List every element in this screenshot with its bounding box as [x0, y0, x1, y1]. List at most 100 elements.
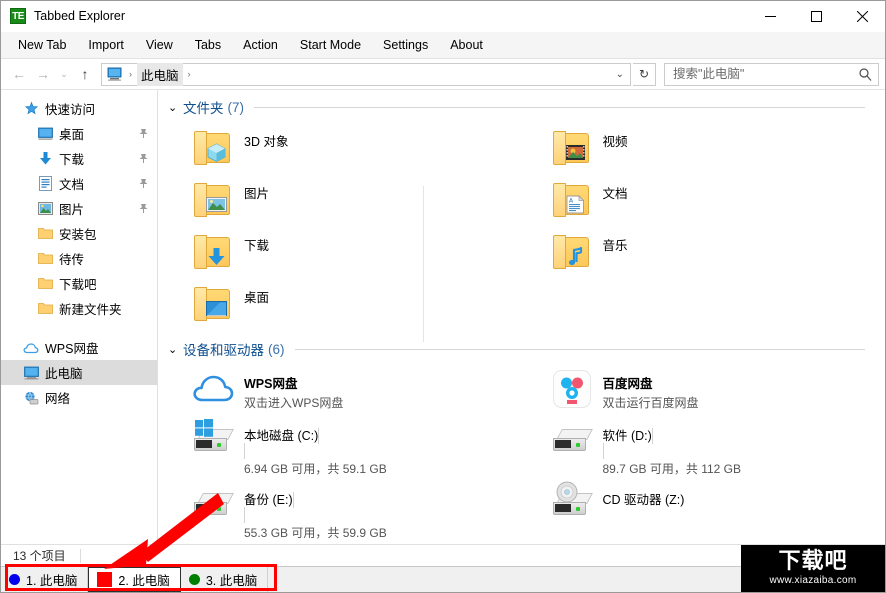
menu-item-start-mode[interactable]: Start Mode	[289, 34, 372, 56]
drive-free-text: 6.94 GB 可用，共 59.1 GB	[244, 460, 513, 477]
sidebar-item-documents[interactable]: 文档	[1, 171, 157, 196]
network-icon	[23, 390, 39, 406]
folder-item-desktop[interactable]: 桌面	[168, 278, 527, 330]
up-button[interactable]: ↑	[73, 62, 97, 86]
section-count: (7)	[228, 100, 245, 115]
forward-button[interactable]: →	[31, 62, 55, 86]
sidebar-item-desktop[interactable]: 桌面	[1, 121, 157, 146]
sidebar-item-installers[interactable]: 安装包	[1, 221, 157, 246]
folder-name: 文档	[603, 187, 628, 201]
folder-item-downloads[interactable]: 下载	[168, 226, 527, 278]
sidebar-label: 安装包	[59, 224, 97, 243]
baidu-netdisk-icon	[549, 367, 595, 411]
folder-name: 3D 对象	[244, 135, 288, 149]
tab-label: 3. 此电脑	[206, 570, 257, 589]
tab-3-this-pc[interactable]: 3. 此电脑	[181, 567, 268, 592]
document-icon	[37, 176, 53, 192]
section-header-folders[interactable]: ⌄ 文件夹 (7)	[168, 96, 885, 118]
device-item-local-disk-c[interactable]: 本地磁盘 (C:) 6.94 GB 可用，共 59.1 GB	[168, 416, 527, 480]
tab-label: 1. 此电脑	[26, 570, 77, 589]
folder-item-documents[interactable]: A 文档	[527, 174, 886, 226]
device-item-software-d[interactable]: 软件 (D:) 89.7 GB 可用，共 112 GB	[527, 416, 886, 480]
folder-item-music[interactable]: 音乐	[527, 226, 886, 278]
cloud-icon	[23, 340, 39, 356]
sidebar-item-downloads[interactable]: 下载	[1, 146, 157, 171]
pin-icon[interactable]	[137, 153, 149, 165]
search-icon[interactable]	[859, 68, 872, 81]
sidebar-item-xiazaiba[interactable]: 下载吧	[1, 271, 157, 296]
refresh-button[interactable]: ↻	[633, 63, 656, 86]
menu-item-action[interactable]: Action	[232, 34, 289, 56]
recent-locations-button[interactable]: ⌄	[55, 62, 73, 86]
menu-item-settings[interactable]: Settings	[372, 34, 439, 56]
window-title: Tabbed Explorer	[34, 9, 125, 23]
folder-item-videos[interactable]: 视频	[527, 122, 886, 174]
sidebar-item-pictures[interactable]: 图片	[1, 196, 157, 221]
pictures-icon	[37, 201, 53, 217]
pin-icon[interactable]	[137, 203, 149, 215]
device-name: CD 驱动器 (Z:)	[603, 493, 685, 507]
sidebar-item-quick-access[interactable]: 快速访问	[1, 96, 157, 121]
menu-item-import[interactable]: Import	[77, 34, 134, 56]
breadcrumb[interactable]: › 此电脑 › ⌄	[101, 63, 631, 86]
device-item-cd-drive-z[interactable]: CD 驱动器 (Z:)	[527, 480, 886, 544]
back-button[interactable]: ←	[7, 62, 31, 86]
folder-name: 音乐	[603, 239, 628, 253]
tab-2-this-pc[interactable]: 2. 此电脑	[88, 567, 180, 592]
sidebar-item-new-folder[interactable]: 新建文件夹	[1, 296, 157, 321]
sidebar-label: 网络	[45, 388, 70, 407]
minimize-button[interactable]	[747, 1, 793, 32]
sidebar-label: 桌面	[59, 124, 84, 143]
folder-document-icon: A	[549, 177, 595, 221]
section-title: 设备和驱动器	[183, 339, 264, 359]
chevron-down-icon[interactable]: ⌄	[168, 343, 178, 356]
minimize-icon	[765, 11, 776, 22]
folder-item-pictures[interactable]: 图片	[168, 174, 527, 226]
sidebar-item-network[interactable]: 网络	[1, 385, 157, 410]
maximize-icon	[811, 11, 822, 22]
maximize-button[interactable]	[793, 1, 839, 32]
device-item-wps-cloud[interactable]: WPS网盘 双击进入WPS网盘	[168, 364, 527, 416]
address-dropdown-icon[interactable]: ⌄	[616, 69, 630, 80]
pin-icon[interactable]	[137, 178, 149, 190]
section-header-devices[interactable]: ⌄ 设备和驱动器 (6)	[168, 338, 885, 360]
folder-name: 下载	[244, 239, 269, 253]
app-window: TE Tabbed Explorer New Tab Import View T…	[0, 0, 886, 593]
menu-item-about[interactable]: About	[439, 34, 494, 56]
computer-icon	[23, 365, 39, 381]
search-input[interactable]	[671, 66, 859, 82]
close-button[interactable]	[839, 1, 885, 32]
app-logo-icon: TE	[10, 8, 26, 24]
sidebar-item-wps-cloud[interactable]: WPS网盘	[1, 335, 157, 360]
sidebar-item-this-pc[interactable]: 此电脑	[1, 360, 157, 385]
sidebar-label: 待传	[59, 249, 84, 268]
device-item-baidu-netdisk[interactable]: 百度网盘 双击运行百度网盘	[527, 364, 886, 416]
cd-drive-icon	[549, 483, 595, 527]
folder-icon	[37, 301, 53, 317]
device-name: 百度网盘	[603, 377, 653, 391]
sidebar-label: 图片	[59, 199, 84, 218]
folders-grid: 3D 对象	[168, 122, 885, 330]
sidebar-label: 下载	[59, 149, 84, 168]
menu-item-new-tab[interactable]: New Tab	[7, 34, 77, 56]
breadcrumb-separator-2[interactable]: ›	[183, 69, 196, 79]
sidebar-label: WPS网盘	[45, 338, 98, 357]
folder-item-3d-objects[interactable]: 3D 对象	[168, 122, 527, 174]
pin-icon[interactable]	[137, 128, 149, 140]
windows-drive-icon	[190, 419, 236, 463]
menu-item-tabs[interactable]: Tabs	[184, 34, 232, 56]
sidebar-item-pending[interactable]: 待传	[1, 246, 157, 271]
star-pin-icon	[23, 101, 39, 117]
breadcrumb-separator-1[interactable]: ›	[124, 69, 137, 79]
title-bar: TE Tabbed Explorer	[1, 1, 885, 32]
device-item-backup-e[interactable]: 备份 (E:) 55.3 GB 可用，共 59.9 GB	[168, 480, 527, 544]
tab-color-dot	[9, 574, 20, 585]
breadcrumb-item-this-pc[interactable]: 此电脑	[137, 63, 183, 86]
folder-video-icon	[549, 125, 595, 169]
chevron-down-icon[interactable]: ⌄	[168, 101, 178, 114]
device-name: 备份 (E:)	[244, 493, 293, 507]
menu-item-view[interactable]: View	[135, 34, 184, 56]
tab-1-this-pc[interactable]: 1. 此电脑	[1, 567, 88, 592]
search-box[interactable]	[664, 63, 879, 86]
watermark-title: 下载吧	[778, 551, 847, 573]
